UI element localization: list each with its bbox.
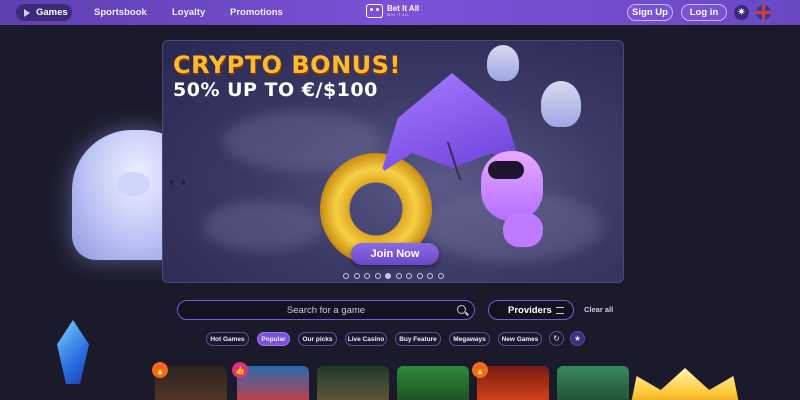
mascot-legs-shape [503, 213, 543, 247]
game-tile[interactable] [557, 366, 629, 400]
carousel-dot[interactable] [416, 273, 423, 279]
carousel-pagination [343, 273, 444, 279]
category-chip-buy-feature[interactable]: Buy Feature [395, 332, 441, 346]
sun-icon[interactable]: ✷ [734, 5, 749, 20]
game-tile[interactable] [317, 366, 389, 400]
search-placeholder: Search for a game [286, 304, 366, 316]
top-navigation: Games Sportsbook Loyalty Promotions Bet … [0, 0, 800, 25]
nav-sportsbook-link[interactable]: Sportsbook [94, 7, 147, 18]
thumbs-up-icon: 👍 [232, 362, 248, 378]
carousel-dot[interactable] [374, 273, 381, 279]
fire-icon: 🔥 [152, 362, 168, 378]
search-icon[interactable] [457, 305, 466, 314]
carousel-dot[interactable] [406, 273, 412, 279]
cloud-shape [203, 201, 323, 251]
game-search-input[interactable]: Search for a game [177, 300, 475, 320]
brand-logo[interactable]: Bet It All WIN IT ALL [366, 4, 419, 18]
star-icon[interactable]: ★ [570, 331, 585, 346]
carousel-dot[interactable] [395, 273, 402, 279]
nav-loyalty-link[interactable]: Loyalty [172, 7, 205, 18]
logo-tagline: WIN IT ALL [387, 13, 410, 17]
category-chip-live-casino[interactable]: Live Casino [345, 332, 387, 346]
logo-icon [366, 4, 383, 18]
carousel-dot[interactable] [437, 273, 444, 279]
log-in-button[interactable]: Log in [681, 4, 727, 21]
providers-dropdown[interactable]: Providers [488, 300, 574, 320]
ghost-arm-shape [116, 172, 150, 196]
clear-all-link[interactable]: Clear all [584, 305, 613, 314]
nav-games-tab[interactable]: Games [16, 4, 72, 21]
small-ghost-image [541, 81, 581, 127]
category-chip-our-picks[interactable]: Our picks [298, 332, 337, 346]
small-ghost-image [487, 45, 519, 81]
logo-text: Bet It All [387, 4, 420, 13]
banner-title: CRYPTO BONUS! [173, 51, 401, 79]
providers-label: Providers [508, 304, 552, 316]
mascot-face-shape [488, 161, 524, 179]
carousel-dot[interactable] [364, 273, 370, 279]
promo-banner[interactable]: CRYPTO BONUS! 50% UP TO €/$100 Join Now [162, 40, 624, 283]
nav-games-label: Games [36, 7, 68, 18]
play-icon [24, 8, 30, 17]
banner-subtitle: 50% UP TO €/$100 [173, 79, 378, 101]
carousel-dot-active[interactable] [385, 273, 391, 279]
crystal-image [57, 320, 89, 384]
game-tile[interactable] [397, 366, 469, 400]
fire-icon: 🔥 [472, 362, 488, 378]
uk-flag-icon[interactable] [756, 5, 771, 20]
join-now-button[interactable]: Join Now [351, 243, 439, 265]
carousel-dot[interactable] [427, 273, 433, 279]
category-chip-hot-games[interactable]: Hot Games [206, 332, 249, 346]
category-chip-popular[interactable]: Popular [257, 332, 290, 346]
filter-icon [556, 307, 564, 314]
nav-promotions-link[interactable]: Promotions [230, 7, 283, 18]
sign-up-button[interactable]: Sign Up [627, 4, 673, 21]
carousel-dot[interactable] [353, 273, 360, 279]
history-icon[interactable]: ↻ [549, 331, 564, 346]
carousel-dot[interactable] [343, 273, 349, 279]
category-chip-megaways[interactable]: Megaways [449, 332, 490, 346]
ghost-eyes-shape [170, 180, 190, 186]
crown-image [630, 368, 740, 400]
category-chip-new-games[interactable]: New Games [498, 332, 542, 346]
